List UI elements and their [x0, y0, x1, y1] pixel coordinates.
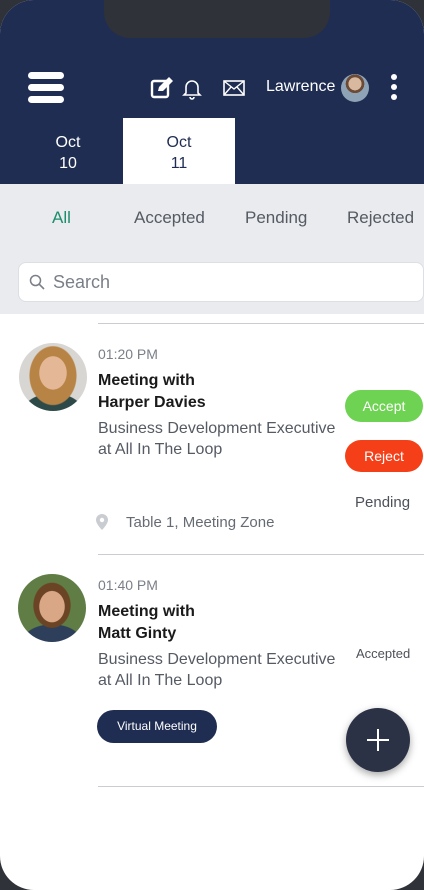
- mail-icon[interactable]: [222, 76, 246, 100]
- app-screen: Lawrence Oct 10 Oct 11 All Accepted Pend…: [0, 0, 424, 890]
- attendee-company: at All In The Loop: [98, 441, 223, 458]
- list-divider: [98, 554, 424, 555]
- location-label: Table 1, Meeting Zone: [126, 514, 275, 531]
- status-label: Accepted: [356, 646, 411, 661]
- meeting-time: 01:20 PM: [98, 346, 158, 362]
- date-tab-oct-10[interactable]: Oct 10: [12, 118, 124, 184]
- meeting-time: 01:40 PM: [98, 577, 158, 593]
- more-vertical-icon[interactable]: [390, 74, 398, 102]
- search-section: [0, 252, 424, 314]
- compose-icon[interactable]: [150, 76, 174, 100]
- date-day: 11: [170, 155, 188, 172]
- user-avatar[interactable]: [341, 74, 369, 102]
- list-divider: [98, 786, 424, 787]
- accept-button[interactable]: Accept: [345, 390, 423, 422]
- attendee-avatar[interactable]: [19, 343, 87, 411]
- search-icon: [29, 274, 45, 290]
- attendee-role: Business Development Executive: [98, 651, 336, 668]
- search-input[interactable]: [53, 267, 413, 297]
- virtual-meeting-badge[interactable]: Virtual Meeting: [97, 710, 217, 743]
- filter-rejected[interactable]: Rejected: [347, 208, 414, 228]
- date-month: Oct: [55, 134, 81, 151]
- attendee-company: at All In The Loop: [98, 672, 223, 689]
- date-month: Oct: [166, 134, 192, 151]
- device-notch: [104, 0, 330, 38]
- add-meeting-button[interactable]: [346, 708, 410, 772]
- meeting-title-line1: Meeting with: [98, 603, 195, 620]
- reject-button[interactable]: Reject: [345, 440, 423, 472]
- attendee-avatar[interactable]: [18, 574, 86, 642]
- meeting-title-line1: Meeting with: [98, 372, 195, 389]
- app-header: Lawrence Oct 10 Oct 11: [0, 0, 424, 184]
- user-name[interactable]: Lawrence: [266, 78, 335, 96]
- status-label: Pending: [355, 494, 411, 511]
- location-pin-icon: [96, 514, 108, 530]
- filter-pending[interactable]: Pending: [245, 208, 307, 228]
- date-day: 10: [59, 155, 77, 172]
- meeting-title-line2: Matt Ginty: [98, 625, 177, 642]
- search-box[interactable]: [18, 262, 424, 302]
- meeting-title-line2: Harper Davies: [98, 394, 206, 411]
- bell-icon[interactable]: [180, 76, 204, 100]
- status-filter-bar: All Accepted Pending Rejected: [0, 184, 424, 252]
- filter-accepted[interactable]: Accepted: [134, 208, 205, 228]
- menu-icon[interactable]: [28, 72, 64, 104]
- filter-all[interactable]: All: [52, 208, 71, 228]
- list-divider: [98, 323, 424, 324]
- attendee-role: Business Development Executive: [98, 420, 336, 437]
- date-tab-oct-11[interactable]: Oct 11: [123, 118, 235, 184]
